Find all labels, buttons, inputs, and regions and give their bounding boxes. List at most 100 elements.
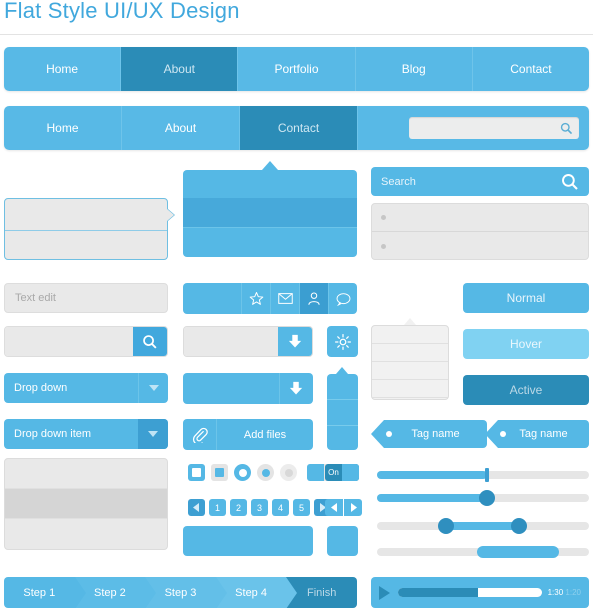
user-icon[interactable] [299, 283, 328, 314]
list-item[interactable] [372, 232, 588, 260]
radio-mark [261, 468, 270, 477]
download-button-blue[interactable] [183, 373, 313, 404]
slider-round-handle[interactable] [377, 490, 589, 506]
nav-item-contact[interactable]: Contact [472, 47, 589, 91]
dropdown-normal[interactable]: Drop down [4, 373, 168, 403]
gear-button[interactable] [327, 326, 358, 357]
dot-icon [381, 215, 386, 220]
chevron-down-icon[interactable] [138, 373, 168, 403]
search-icon[interactable] [561, 173, 579, 191]
stepper-row[interactable] [372, 380, 448, 398]
play-icon[interactable] [379, 585, 390, 600]
pagination-page-3[interactable]: 3 [251, 499, 268, 516]
stepper-row[interactable] [372, 344, 448, 362]
tag-chip[interactable]: Tag name [485, 420, 589, 448]
ui-kit-canvas: Flat Style UI/UX Design Home About Portf… [0, 0, 593, 612]
search-button[interactable] [133, 327, 167, 356]
blue-block-small[interactable] [327, 526, 358, 556]
stepper-row[interactable] [372, 326, 448, 344]
step-chevron [215, 577, 227, 608]
radio-selected-gray[interactable] [257, 464, 274, 481]
button-active[interactable]: Active [463, 375, 589, 405]
page-title: Flat Style UI/UX Design [4, 0, 240, 23]
pager-prev-button[interactable] [325, 499, 343, 516]
radio-mark [284, 468, 293, 477]
slider-segment[interactable] [377, 546, 589, 558]
chevron-down-icon[interactable] [138, 419, 168, 449]
search-input[interactable] [5, 327, 133, 356]
slider-range[interactable] [377, 518, 589, 534]
nav2-item-contact[interactable]: Contact [240, 106, 358, 150]
download-arrow-icon[interactable] [278, 327, 312, 356]
search-label: Search [381, 175, 416, 188]
radio-selected-blue[interactable] [234, 464, 251, 481]
stepper-row[interactable] [372, 362, 448, 380]
toggle-on[interactable]: On [325, 464, 359, 481]
pager-next-button[interactable] [344, 499, 362, 516]
slider-bar-handle[interactable] [377, 468, 589, 482]
list-item[interactable] [372, 204, 588, 232]
button-hover[interactable]: Hover [463, 329, 589, 359]
tag-chip[interactable]: Tag name [371, 420, 487, 448]
slider-segment-fill[interactable] [476, 546, 560, 558]
slider-handle[interactable] [478, 490, 495, 506]
download-input[interactable] [184, 327, 278, 356]
nav-item-about[interactable]: About [121, 47, 239, 91]
dropdown-option[interactable] [5, 459, 167, 489]
dropdown-item-active[interactable]: Drop down item [4, 419, 168, 449]
pagination-prev[interactable] [188, 499, 205, 516]
envelope-icon[interactable] [270, 283, 299, 314]
download-arrow-icon[interactable] [279, 373, 313, 404]
tooltip-panel-gray [4, 198, 174, 260]
checkbox-checked-blue[interactable] [188, 464, 205, 481]
tag-dot-icon [500, 431, 506, 437]
radio-mark [238, 468, 247, 477]
nav-item-home[interactable]: Home [4, 47, 122, 91]
step-chevron [74, 577, 86, 608]
video-time: 1:30 1:20 [548, 588, 581, 597]
gray-stepper-panel[interactable] [371, 325, 449, 400]
pagination-page-4[interactable]: 4 [272, 499, 289, 516]
video-current-time: 1:30 [547, 588, 564, 597]
scrollbar-up-arrow[interactable] [336, 367, 348, 374]
nav2-search-area [358, 106, 589, 150]
tooltip-divider [5, 230, 167, 231]
chevron-left-icon [193, 503, 200, 512]
tag-notch [485, 420, 498, 448]
blue-block-wide[interactable] [183, 526, 313, 556]
step-item-1[interactable]: Step 1 [4, 577, 86, 608]
add-files-button[interactable]: Add files [183, 419, 313, 450]
icon-toolbar [183, 283, 357, 314]
scrollbar-divider [327, 425, 358, 426]
pagination-page-2[interactable]: 2 [230, 499, 247, 516]
nav2-item-about[interactable]: About [122, 106, 240, 150]
search-bar[interactable]: Search [371, 167, 589, 196]
radio-disabled [280, 464, 297, 481]
checkbox-checked-gray[interactable] [211, 464, 228, 481]
nav-item-portfolio[interactable]: Portfolio [238, 47, 356, 91]
pagination-page-1[interactable]: 1 [209, 499, 226, 516]
text-edit-input[interactable]: Text edit [4, 283, 168, 313]
chat-bubble-icon[interactable] [328, 283, 357, 314]
nav2-item-home[interactable]: Home [4, 106, 122, 150]
slider-handle[interactable] [485, 468, 490, 482]
nav-item-blog[interactable]: Blog [355, 47, 473, 91]
step-label: Step 2 [93, 586, 126, 599]
dropdown-option-highlighted[interactable] [5, 489, 167, 519]
slider-handle-start[interactable] [438, 518, 455, 534]
nav-search-input[interactable] [409, 117, 579, 139]
tag-label: Tag name [519, 428, 568, 440]
vertical-scrollbar[interactable] [327, 374, 358, 450]
slider-handle-end[interactable] [510, 518, 527, 534]
pagination-page-5[interactable]: 5 [293, 499, 310, 516]
dropdown-option[interactable] [5, 519, 167, 549]
paperclip-icon [183, 419, 217, 450]
panel-row-divider [183, 227, 357, 228]
button-normal[interactable]: Normal [463, 283, 589, 313]
blue-dropdown-panel[interactable] [183, 170, 357, 257]
star-icon[interactable] [241, 283, 270, 314]
gray-panel-arrow [404, 318, 416, 325]
chevron-right-icon [350, 503, 357, 512]
video-progress-bar[interactable] [398, 588, 542, 597]
